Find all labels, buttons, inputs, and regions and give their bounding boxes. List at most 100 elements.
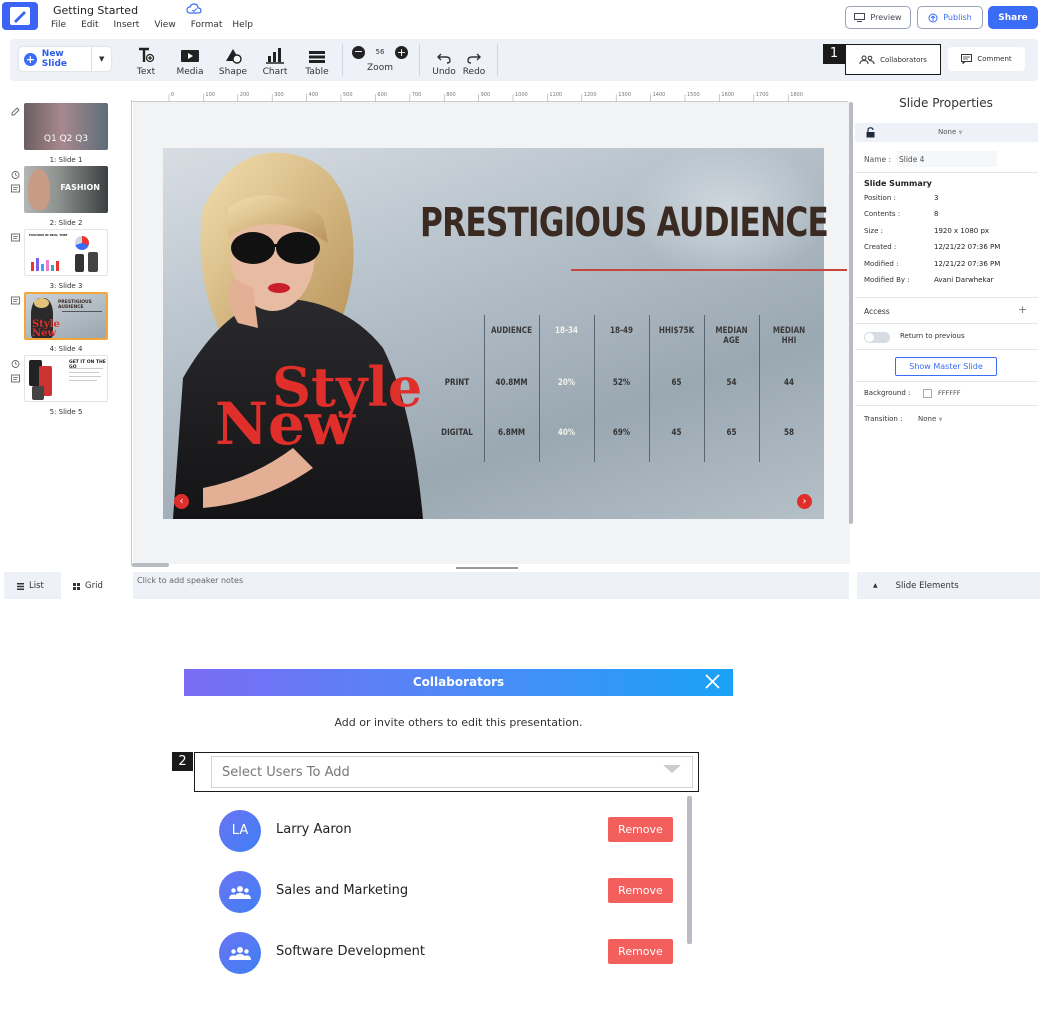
- collaborators-scrollbar[interactable]: [687, 796, 692, 944]
- chevron-right-icon[interactable]: ›: [797, 494, 812, 509]
- shape-tool[interactable]: Shape: [213, 44, 253, 77]
- redo-icon: [467, 53, 481, 64]
- text-tool[interactable]: Text: [126, 44, 166, 77]
- master-value[interactable]: None ▼: [938, 128, 962, 136]
- slide-label-4: 4: Slide 4: [49, 345, 83, 353]
- divider: [855, 297, 1038, 298]
- notes-icon[interactable]: [11, 184, 20, 193]
- access-label: Access: [864, 307, 890, 316]
- table-header[interactable]: MEDIAN AGE: [710, 326, 754, 346]
- menu-format[interactable]: Format: [191, 20, 223, 30]
- media-tool[interactable]: Media: [170, 44, 210, 77]
- notes-icon[interactable]: [11, 374, 20, 383]
- toolbar-separator: [497, 44, 498, 76]
- timer-icon[interactable]: [11, 359, 20, 368]
- document-title[interactable]: Getting Started: [53, 4, 138, 17]
- list-view-tab[interactable]: List: [17, 581, 44, 591]
- slide-elements-panel[interactable]: ▲ Slide Elements: [857, 572, 1040, 599]
- select-users-dropdown[interactable]: Select Users To Add: [211, 756, 693, 788]
- collaborators-button[interactable]: Collaborators: [845, 44, 941, 75]
- edit-icon[interactable]: [11, 107, 20, 116]
- slide-name-input[interactable]: Slide 4: [897, 151, 997, 167]
- remove-button[interactable]: Remove: [608, 817, 673, 842]
- app-logo[interactable]: [2, 2, 38, 30]
- monitor-icon: [854, 13, 866, 22]
- slide-title[interactable]: PRESTIGIOUS AUDIENCE: [420, 200, 829, 246]
- notes-icon[interactable]: [11, 233, 20, 242]
- grid-view-label[interactable]: Grid: [73, 581, 103, 591]
- new-slide-button[interactable]: + New Slide ▼: [19, 47, 111, 71]
- table-cell[interactable]: 40%: [545, 428, 589, 438]
- notes-icon[interactable]: [11, 296, 20, 305]
- chevron-down-icon[interactable]: [663, 765, 681, 773]
- close-icon[interactable]: [704, 673, 721, 690]
- table-row-label[interactable]: PRINT: [435, 378, 478, 388]
- table-row-label[interactable]: DIGITAL: [435, 428, 478, 438]
- table-cell[interactable]: 65: [710, 428, 754, 438]
- slide-thumbnail-2[interactable]: FASHION: [24, 166, 108, 213]
- table-cell[interactable]: 52%: [600, 378, 644, 388]
- menu-view[interactable]: View: [154, 20, 175, 30]
- publish-button[interactable]: Publish: [917, 6, 983, 29]
- size-value: 1920 x 1080 px: [934, 227, 990, 235]
- canvas-scrollbar-vertical[interactable]: [849, 102, 853, 524]
- canvas-scrollbar-horizontal[interactable]: [132, 563, 169, 567]
- slide-thumbnail-4[interactable]: PRESTIGIOUS AUDIENCE Style New: [24, 292, 108, 340]
- table-header[interactable]: HHI$75K: [655, 326, 699, 336]
- table-cell[interactable]: 54: [710, 378, 754, 388]
- master-value-text: None: [938, 128, 957, 136]
- return-to-previous-toggle[interactable]: [864, 332, 890, 343]
- name-label: Name :: [864, 155, 892, 164]
- menu-edit[interactable]: Edit: [81, 20, 98, 30]
- table-header[interactable]: 18-34: [545, 326, 589, 336]
- table-cell[interactable]: 20%: [545, 378, 589, 388]
- comment-button[interactable]: Comment: [948, 47, 1025, 71]
- add-access-icon[interactable]: +: [1018, 303, 1027, 316]
- transition-select[interactable]: None ▼: [918, 415, 942, 423]
- chart-tool[interactable]: Chart: [255, 44, 295, 77]
- table-icon: [309, 51, 325, 63]
- show-master-slide-button[interactable]: Show Master Slide: [895, 357, 997, 376]
- menu-insert[interactable]: Insert: [114, 20, 140, 30]
- table-cell[interactable]: 58: [765, 428, 813, 438]
- table-cell[interactable]: 65: [655, 378, 699, 388]
- table-tool[interactable]: Table: [297, 44, 337, 77]
- table-divider: [649, 315, 650, 462]
- speaker-notes-input[interactable]: Click to add speaker notes: [133, 572, 849, 599]
- table-cell[interactable]: 40.8MM: [490, 378, 534, 388]
- zoom-in-icon[interactable]: +: [394, 45, 408, 59]
- table-header[interactable]: MEDIAN HHI: [765, 326, 813, 346]
- table-cell[interactable]: 44: [765, 378, 813, 388]
- transition-value: None: [918, 415, 937, 423]
- annotation-marker-2: 2: [172, 752, 193, 771]
- zoom-out-icon[interactable]: −: [352, 45, 365, 59]
- remove-button[interactable]: Remove: [608, 939, 673, 964]
- chevron-down-icon[interactable]: ▼: [91, 47, 111, 71]
- redo-button[interactable]: Redo: [454, 44, 494, 77]
- chevron-left-icon[interactable]: ‹: [174, 494, 189, 509]
- modified-label: Modified :: [864, 260, 899, 268]
- menu-help[interactable]: Help: [232, 20, 253, 30]
- slide-thumbnail-1[interactable]: Q1 Q2 Q3: [24, 103, 108, 150]
- list-label: List: [29, 581, 44, 591]
- table-cell[interactable]: 69%: [600, 428, 644, 438]
- slide-thumbnail-5[interactable]: GET IT ON THE GO: [24, 355, 108, 402]
- created-label: Created :: [864, 243, 897, 251]
- preview-button[interactable]: Preview: [845, 6, 911, 29]
- table-cell[interactable]: 6.8MM: [490, 428, 534, 438]
- notes-resize-handle[interactable]: [456, 567, 518, 569]
- timer-icon[interactable]: [11, 170, 20, 179]
- unlock-icon[interactable]: [866, 127, 875, 138]
- slide-label-1: 1: Slide 1: [49, 156, 83, 164]
- toolbar-separator: [342, 44, 343, 76]
- logo-new-text[interactable]: New: [215, 390, 355, 458]
- share-button[interactable]: Share: [988, 6, 1038, 29]
- table-cell[interactable]: 45: [655, 428, 699, 438]
- table-header[interactable]: 18-49: [600, 326, 644, 336]
- ruler-tick-label: 1800: [790, 92, 803, 98]
- remove-button[interactable]: Remove: [608, 878, 673, 903]
- slide-thumbnail-3[interactable]: FASHION IN REAL TIME: [24, 229, 108, 276]
- background-color-swatch[interactable]: [923, 389, 932, 398]
- menu-file[interactable]: File: [51, 20, 66, 30]
- table-header[interactable]: AUDIENCE: [490, 326, 534, 336]
